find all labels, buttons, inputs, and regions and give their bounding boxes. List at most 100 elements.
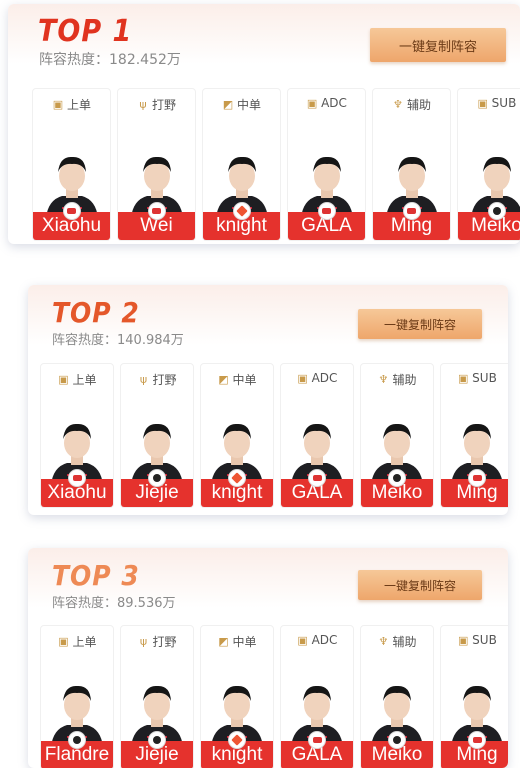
player-row: ▣ 上单 Xiaohu ψ 打野 Jiejie ◩ 中单 knight ▣ ADC GALA ♆ 辅助 Me… (40, 363, 508, 508)
player-card[interactable]: ▣ ADC GALA (280, 625, 354, 768)
player-card[interactable]: ♆ 辅助 Meiko (360, 625, 434, 768)
support-icon: ♆ (378, 373, 389, 386)
player-role: ψ 打野 (121, 371, 193, 388)
player-role: ▣ ADC (281, 633, 353, 647)
role-label: 辅助 (406, 98, 431, 112)
player-card[interactable]: ▣ SUB Ming (440, 625, 508, 768)
top-lane-icon: ▣ (58, 373, 69, 386)
team-logo-icon (228, 469, 246, 487)
player-card[interactable]: ψ 打野 Wei (117, 88, 196, 241)
team-logo-icon (317, 202, 336, 220)
player-role: ♆ 辅助 (361, 371, 433, 388)
player-card[interactable]: ◩ 中单 knight (200, 625, 274, 768)
role-label: SUB (472, 633, 497, 647)
player-role: ▣ SUB (441, 633, 508, 647)
player-role: ▣ 上单 (41, 633, 113, 650)
player-card[interactable]: ▣ ADC GALA (287, 88, 366, 241)
team-logo-icon (228, 731, 246, 749)
sub-icon: ▣ (457, 633, 469, 647)
player-card[interactable]: ψ 打野 Jiejie (120, 363, 194, 508)
role-label: 中单 (232, 373, 257, 387)
player-role: ▣ ADC (281, 371, 353, 385)
role-label: 中单 (232, 635, 257, 649)
adc-icon: ▣ (297, 633, 308, 647)
player-role: ψ 打野 (121, 633, 193, 650)
role-label: 打野 (152, 635, 177, 649)
support-icon: ♆ (393, 98, 403, 111)
player-card[interactable]: ▣ SUB Ming (440, 363, 508, 508)
role-label: 上单 (66, 98, 91, 112)
role-label: ADC (321, 96, 347, 110)
player-card[interactable]: ▣ 上单 Xiaohu (32, 88, 111, 241)
lineup-card-top-3: TOP 3 阵容热度：89.536万 一键复制阵容 ▣ 上单 Flandre ψ 打野 J… (28, 548, 508, 768)
role-label: 中单 (236, 98, 261, 112)
role-label: 上单 (72, 635, 97, 649)
player-card[interactable]: ▣ ADC GALA (280, 363, 354, 508)
mid-lane-icon: ◩ (222, 98, 234, 111)
player-row: ▣ 上单 Xiaohu ψ 打野 Wei ◩ 中单 knight ▣ ADC GALA ♆ 辅助 Ming ▣… (32, 88, 520, 241)
team-logo-icon (148, 469, 166, 487)
support-icon: ♆ (378, 635, 389, 648)
rank-title: TOP 2 (52, 296, 140, 329)
lineup-heat: 阵容热度：140.984万 (52, 333, 184, 348)
player-card[interactable]: ◩ 中单 knight (202, 88, 281, 241)
team-logo-icon (402, 202, 421, 220)
player-card[interactable]: ◩ 中单 knight (200, 363, 274, 508)
player-card[interactable]: ▣ 上单 Xiaohu (40, 363, 114, 508)
team-logo-icon (468, 469, 486, 487)
mid-lane-icon: ◩ (218, 373, 229, 386)
team-logo-icon (148, 731, 166, 749)
mid-lane-icon: ◩ (218, 635, 229, 648)
role-label: 辅助 (392, 373, 417, 387)
lineup-heat: 阵容热度：182.452万 (39, 52, 181, 68)
role-label: ADC (311, 633, 338, 647)
adc-icon: ▣ (297, 371, 308, 385)
sub-icon: ▣ (477, 96, 488, 110)
top-lane-icon: ▣ (52, 98, 64, 111)
role-label: ADC (311, 371, 338, 385)
role-label: 上单 (72, 373, 97, 387)
role-label: 打野 (151, 98, 176, 112)
team-logo-icon (68, 469, 86, 487)
player-role: ▣ 上单 (41, 371, 113, 388)
top-lane-icon: ▣ (58, 635, 69, 648)
role-label: 辅助 (392, 635, 417, 649)
copy-lineup-button[interactable]: 一键复制阵容 (358, 570, 482, 600)
lineup-card-top-1: TOP 1 阵容热度：182.452万 一键复制阵容 ▣ 上单 Xiaohu ψ 打野 W… (8, 4, 520, 244)
copy-lineup-button[interactable]: 一键复制阵容 (370, 28, 506, 62)
sub-icon: ▣ (457, 371, 469, 385)
rank-title: TOP 3 (52, 559, 140, 592)
adc-icon: ▣ (306, 96, 318, 110)
team-logo-icon (68, 731, 86, 749)
team-logo-icon (487, 202, 506, 220)
jungle-icon: ψ (139, 635, 148, 648)
player-role: ψ 打野 (118, 96, 195, 113)
jungle-icon: ψ (139, 98, 147, 111)
lineup-card-top-2: TOP 2 阵容热度：140.984万 一键复制阵容 ▣ 上单 Xiaohu ψ 打野 J… (28, 285, 508, 515)
jungle-icon: ψ (139, 373, 148, 386)
team-logo-icon (308, 469, 326, 487)
team-logo-icon (388, 731, 406, 749)
team-logo-icon (388, 469, 406, 487)
lineup-heat: 阵容热度：89.536万 (52, 596, 176, 611)
player-role: ◩ 中单 (203, 96, 280, 113)
player-role: ♆ 辅助 (361, 633, 433, 650)
team-logo-icon (147, 202, 166, 220)
team-logo-icon (62, 202, 81, 220)
rank-title: TOP 1 (38, 14, 133, 49)
team-logo-icon (468, 731, 486, 749)
player-role: ♆ 辅助 (373, 96, 450, 113)
player-card[interactable]: ψ 打野 Jiejie (120, 625, 194, 768)
player-card[interactable]: ▣ 上单 Flandre (40, 625, 114, 768)
player-card[interactable]: ♆ 辅助 Meiko (360, 363, 434, 508)
role-label: 打野 (152, 373, 177, 387)
role-label: SUB (472, 371, 497, 385)
player-role: ▣ SUB (458, 96, 520, 110)
player-role: ▣ ADC (288, 96, 365, 110)
player-card[interactable]: ▣ SUB Meiko (457, 88, 520, 241)
player-card[interactable]: ♆ 辅助 Ming (372, 88, 451, 241)
copy-lineup-button[interactable]: 一键复制阵容 (358, 309, 482, 339)
role-label: SUB (491, 96, 517, 110)
team-logo-icon (308, 731, 326, 749)
player-role: ▣ SUB (441, 371, 508, 385)
